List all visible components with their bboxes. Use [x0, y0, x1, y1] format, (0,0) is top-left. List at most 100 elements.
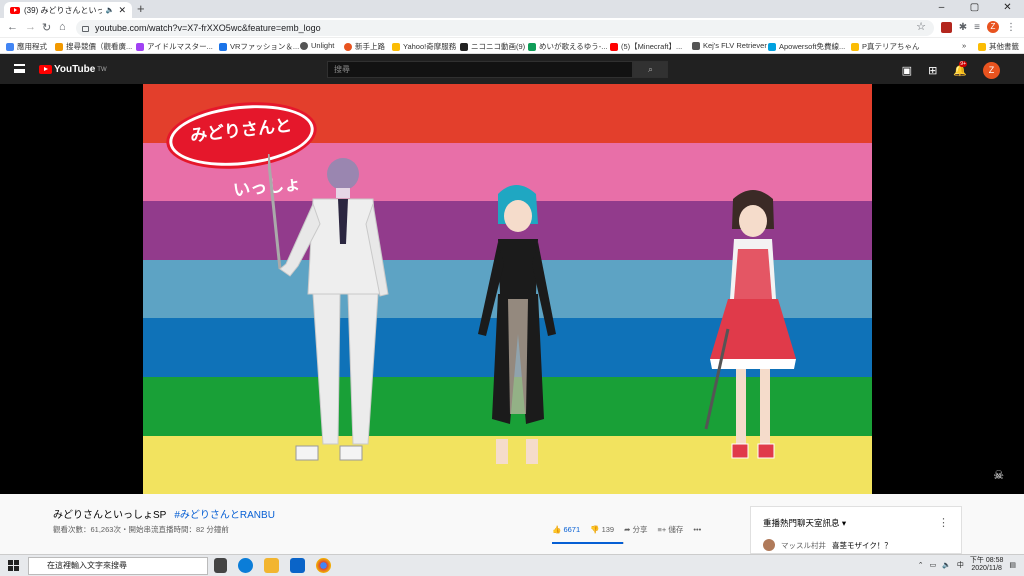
like-ratio-fill: [552, 542, 623, 544]
tab-youtube[interactable]: (39) みどりさんといっしょS 🔈 ✕: [4, 2, 132, 18]
minimize-button[interactable]: –: [925, 0, 958, 18]
character-white-suit: [268, 154, 389, 461]
bookmark-item[interactable]: P真テリアちゃん: [851, 41, 920, 52]
share-icon: ➦: [624, 525, 631, 534]
close-tab-icon[interactable]: ✕: [118, 5, 126, 16]
header-actions: ▣ ⊞ 🔔 9+ Z: [902, 61, 1000, 79]
url-text: youtube.com/watch?v=X7-frXXO5wc&feature=…: [95, 23, 321, 33]
chat-menu-icon[interactable]: ⋮: [938, 516, 949, 529]
video-title: みどりさんといっしょSP #みどりさんとRANBU: [53, 510, 275, 521]
dislike-button[interactable]: 👎 139: [590, 525, 614, 534]
more-actions-button[interactable]: •••: [693, 525, 701, 534]
audio-icon[interactable]: 🔈: [106, 6, 115, 14]
tray-arrow-icon[interactable]: ⌃: [918, 561, 924, 569]
extension-icon[interactable]: [940, 21, 952, 33]
chrome-icon[interactable]: [316, 558, 331, 573]
hashtag-link[interactable]: #みどりさんとRANBU: [174, 510, 275, 521]
chat-header[interactable]: 重播熱門聊天室訊息 ▾: [763, 517, 846, 529]
character-blue-hair: [478, 185, 556, 464]
bookmark-icon: [136, 42, 144, 51]
home-icon[interactable]: ⌂: [59, 21, 66, 33]
notification-center-icon[interactable]: ▤: [1009, 561, 1016, 569]
bookmark-item[interactable]: アイドルマスター...: [136, 41, 213, 52]
network-icon[interactable]: ▭: [930, 561, 937, 569]
bookmark-item[interactable]: 新手上路: [344, 41, 385, 52]
file-explorer-icon[interactable]: [264, 558, 279, 573]
puzzle-icon[interactable]: ✱: [959, 22, 967, 33]
bookmark-item[interactable]: (5)【Minecraft】...: [610, 41, 682, 52]
bookmark-icon: [768, 42, 776, 51]
task-view-icon[interactable]: [214, 558, 227, 573]
bookmark-star-icon[interactable]: ☆: [916, 20, 926, 33]
browser-menu-icon[interactable]: ⋮: [1006, 22, 1016, 33]
reading-list-icon[interactable]: ≡: [974, 22, 980, 33]
taskbar-apps: [214, 558, 331, 573]
folder-icon: [978, 42, 986, 51]
lock-icon: [82, 26, 89, 32]
account-avatar[interactable]: Z: [983, 62, 1000, 79]
tab-title: (39) みどりさんといっしょS: [24, 5, 102, 15]
profile-avatar[interactable]: Z: [987, 21, 999, 33]
bookmark-icon: [344, 42, 352, 51]
url-bar[interactable]: youtube.com/watch?v=X7-frXXO5wc&feature=…: [76, 20, 934, 36]
bookmark-icon: [219, 42, 227, 51]
share-button[interactable]: ➦ 分享: [624, 524, 647, 535]
tab-bar: (39) みどりさんといっしょS 🔈 ✕ + – ▢ ✕: [0, 0, 1024, 18]
back-icon[interactable]: ←: [7, 21, 18, 33]
video-actions: 👍 6671 👎 139 ➦ 分享 ≡+ 儲存 •••: [552, 524, 701, 535]
mail-icon[interactable]: [290, 558, 305, 573]
create-video-icon[interactable]: ▣: [902, 64, 912, 77]
clock[interactable]: 下午 08:58 2020/11/8: [970, 557, 1003, 573]
extensions-area: ✱ ≡ Z ⋮: [940, 21, 1016, 33]
notification-badge: 9+: [959, 61, 967, 67]
youtube-logo[interactable]: YouTube TW: [39, 64, 107, 75]
bookmark-item[interactable]: Unlight: [300, 41, 334, 50]
video-meta: 觀看次數：61,263次・開始串流直播時間：82 分鐘前: [53, 525, 229, 534]
window-controls: – ▢ ✕: [925, 0, 1024, 18]
ime-icon[interactable]: 中: [957, 560, 964, 570]
like-button[interactable]: 👍 6671: [552, 525, 580, 534]
taskbar-search-input[interactable]: 在這裡輸入文字來搜尋: [28, 557, 208, 575]
apps-icon: [6, 42, 14, 51]
search-icon: ⌕: [647, 64, 654, 74]
forward-icon[interactable]: →: [25, 21, 36, 33]
search-input[interactable]: 搜尋: [327, 61, 633, 78]
thumbs-up-icon: 👍: [552, 525, 562, 534]
video-player[interactable]: みどりさんと いっしょ ☠: [0, 84, 1024, 495]
reload-icon[interactable]: ↻: [42, 21, 51, 34]
apps-grid-icon[interactable]: ⊞: [928, 64, 937, 77]
windows-taskbar: 在這裡輸入文字來搜尋 ⌃ ▭ 🔈 中 下午 08:58 2020/11/8 ▤: [0, 554, 1024, 576]
bookmarks-bar: 應用程式 搜尋競價（觀看廣... アイドルマスター... VRファッション＆..…: [0, 38, 1024, 54]
edge-icon[interactable]: [238, 558, 253, 573]
volume-icon[interactable]: 🔈: [942, 561, 951, 569]
folder-icon: [851, 42, 859, 51]
character-red-dress: [704, 190, 796, 459]
bookmark-item[interactable]: 應用程式: [6, 41, 47, 52]
bookmark-item[interactable]: VRファッション＆...: [219, 41, 299, 52]
search-button[interactable]: ⌕: [633, 61, 668, 78]
other-bookmarks-folder[interactable]: 其他書籤: [978, 41, 1019, 52]
address-toolbar: ← → ↻ ⌂ youtube.com/watch?v=X7-frXXO5wc&…: [0, 18, 1024, 38]
bookmark-icon: [55, 42, 63, 51]
youtube-favicon-icon: [610, 42, 618, 51]
save-button[interactable]: ≡+ 儲存: [657, 524, 683, 535]
youtube-header: YouTube TW 搜尋 ⌕ ▣ ⊞ 🔔 9+ Z: [0, 54, 1024, 84]
windows-start-icon[interactable]: [8, 560, 19, 571]
channel-watermark-icon[interactable]: ☠: [993, 468, 1004, 482]
notifications-icon[interactable]: 🔔 9+: [953, 61, 967, 77]
new-tab-button[interactable]: +: [137, 1, 145, 16]
more-bookmarks-button[interactable]: »: [962, 41, 966, 50]
live-chat-replay: 重播熱門聊天室訊息 ▾ ⋮ マッスル村井 喜茎モザイク！？: [750, 506, 962, 554]
bookmark-item[interactable]: 搜尋競價（觀看廣...: [55, 41, 132, 52]
video-frame: みどりさんと いっしょ: [143, 84, 872, 495]
video-info: みどりさんといっしょSP #みどりさんとRANBU 觀看次數：61,263次・開始…: [0, 494, 1024, 554]
hamburger-menu-icon[interactable]: [14, 64, 25, 73]
bookmark-item[interactable]: ニコニコ動画(9): [460, 41, 525, 52]
close-window-button[interactable]: ✕: [991, 0, 1024, 18]
bookmark-item[interactable]: Kej's FLV Retriever: [692, 41, 767, 50]
bookmark-item[interactable]: Apowersoft免費線...: [768, 41, 845, 52]
bookmark-item[interactable]: めいが歌えるゆう-...: [528, 41, 608, 52]
maximize-button[interactable]: ▢: [958, 0, 991, 18]
bookmark-item[interactable]: Yahoo!奇摩服務: [392, 41, 456, 52]
chat-message: マッスル村井 喜茎モザイク！？: [763, 539, 892, 551]
